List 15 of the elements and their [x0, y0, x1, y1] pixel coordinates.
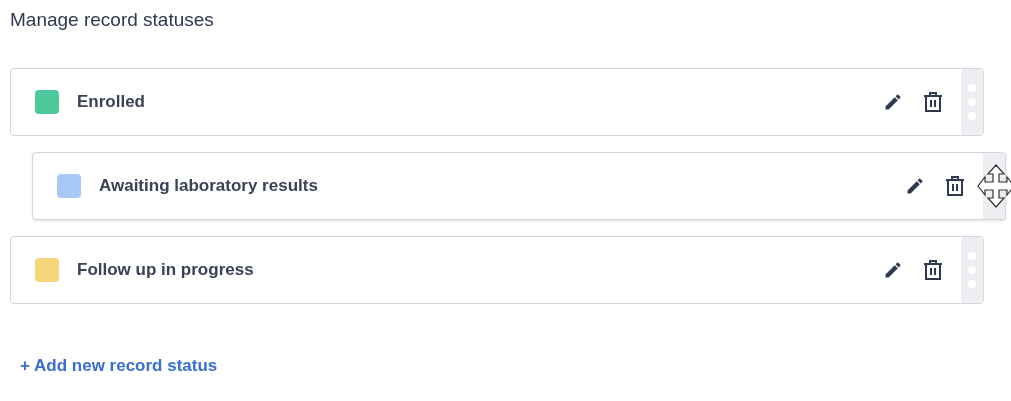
pencil-icon[interactable]	[883, 92, 903, 112]
trash-icon[interactable]	[945, 175, 965, 197]
add-status-link[interactable]: + Add new record status	[20, 353, 218, 379]
status-label: Follow up in progress	[77, 259, 254, 282]
status-row[interactable]: Enrolled	[10, 68, 984, 136]
status-label: Enrolled	[77, 91, 145, 114]
page-title: Manage record statuses	[10, 8, 214, 32]
trash-icon[interactable]	[923, 91, 943, 113]
status-label: Awaiting laboratory results	[99, 175, 318, 198]
trash-icon[interactable]	[923, 259, 943, 281]
drag-handle[interactable]	[961, 69, 983, 135]
drag-handle[interactable]	[961, 237, 983, 303]
pencil-icon[interactable]	[883, 260, 903, 280]
pencil-icon[interactable]	[905, 176, 925, 196]
status-row[interactable]: Follow up in progress	[10, 236, 984, 304]
